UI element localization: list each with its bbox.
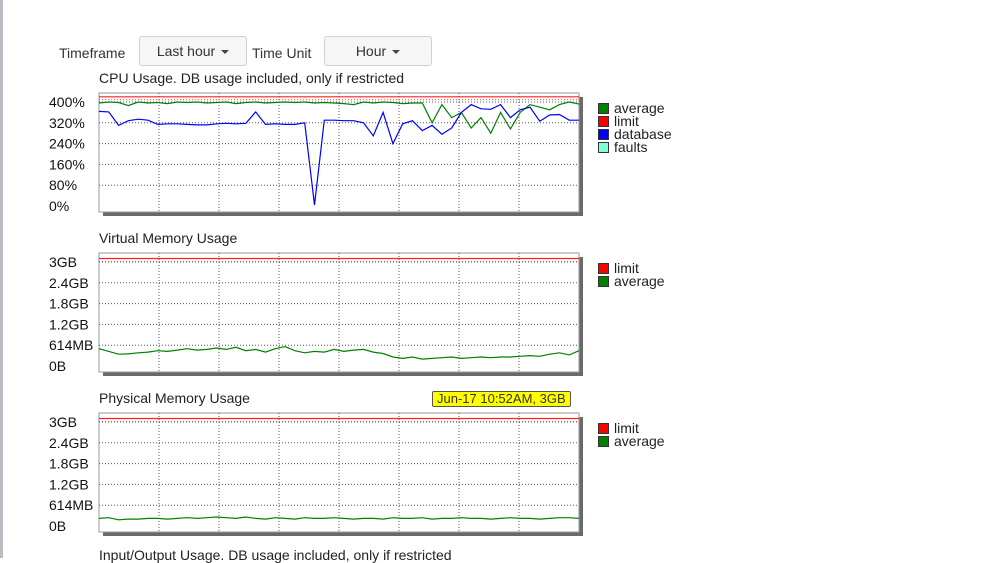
y-tick-label: 80% — [49, 177, 77, 193]
legend-item-average: average — [598, 433, 665, 449]
legend-swatch — [598, 116, 609, 127]
y-tick-label: 2.4GB — [49, 435, 89, 451]
y-tick-label: 614MB — [49, 337, 93, 353]
y-tick-label: 3GB — [49, 414, 77, 430]
legend-swatch — [598, 142, 609, 153]
legend-label: faults — [614, 139, 648, 155]
y-tick-label: 320% — [49, 115, 85, 131]
legend-swatch — [598, 129, 609, 140]
timeframe-dropdown[interactable]: Last hour — [139, 36, 247, 66]
chart-tooltip: Jun-17 10:52AM, 3GB — [432, 391, 571, 407]
y-tick-label: 1.2GB — [49, 316, 89, 332]
timeunit-value: Hour — [355, 43, 387, 59]
legend-item-average: average — [598, 273, 665, 289]
legend-label: average — [614, 433, 665, 449]
cpu-chart-title: CPU Usage. DB usage included, only if re… — [99, 70, 405, 86]
y-tick-label: 0B — [49, 358, 66, 374]
y-tick-label: 160% — [49, 156, 85, 172]
timeunit-dropdown[interactable]: Hour — [324, 36, 432, 66]
caret-down-icon — [221, 50, 230, 54]
legend-label: average — [614, 273, 665, 289]
y-tick-label: 0% — [49, 198, 69, 214]
legend-swatch — [598, 436, 609, 447]
legend-item-faults: faults — [598, 139, 672, 155]
y-tick-label: 614MB — [49, 497, 93, 513]
physical-memory-chart: 3GB 2.4GB 1.8GB 1.2GB 614MB 0B — [49, 412, 583, 536]
y-tick-label: 1.2GB — [49, 476, 89, 492]
plot-area — [98, 252, 580, 373]
legend-swatch — [598, 423, 609, 434]
cpu-usage-chart: 400% 320% 240% 160% 80% 0% — [49, 92, 583, 216]
timeframe-label: Timeframe — [59, 45, 126, 61]
physical-memory-chart-title: Physical Memory Usage — [99, 390, 250, 406]
y-tick-label: 3GB — [49, 254, 77, 270]
y-tick-label: 2.4GB — [49, 275, 89, 291]
y-tick-label: 0B — [49, 518, 66, 534]
timeframe-value: Last hour — [156, 43, 216, 59]
y-tick-label: 1.8GB — [49, 296, 89, 312]
cpu-legend: average limit database faults — [598, 101, 672, 155]
legend-swatch — [598, 263, 609, 274]
io-chart-title: Input/Output Usage. DB usage included, o… — [99, 547, 452, 563]
plot-area — [98, 92, 580, 213]
timeunit-label: Time Unit — [252, 45, 312, 61]
legend-swatch — [598, 276, 609, 287]
physical-memory-legend: limit average — [598, 421, 665, 449]
legend-swatch — [598, 103, 609, 114]
y-tick-label: 400% — [49, 94, 85, 110]
y-tick-label: 240% — [49, 136, 85, 152]
virtual-memory-legend: limit average — [598, 261, 665, 289]
virtual-memory-chart-title: Virtual Memory Usage — [99, 230, 238, 246]
y-tick-label: 1.8GB — [49, 456, 89, 472]
virtual-memory-chart: 3GB 2.4GB 1.8GB 1.2GB 614MB 0B — [49, 252, 583, 376]
sidebar-edge — [0, 0, 3, 558]
plot-area — [98, 412, 580, 533]
caret-down-icon — [392, 50, 401, 54]
